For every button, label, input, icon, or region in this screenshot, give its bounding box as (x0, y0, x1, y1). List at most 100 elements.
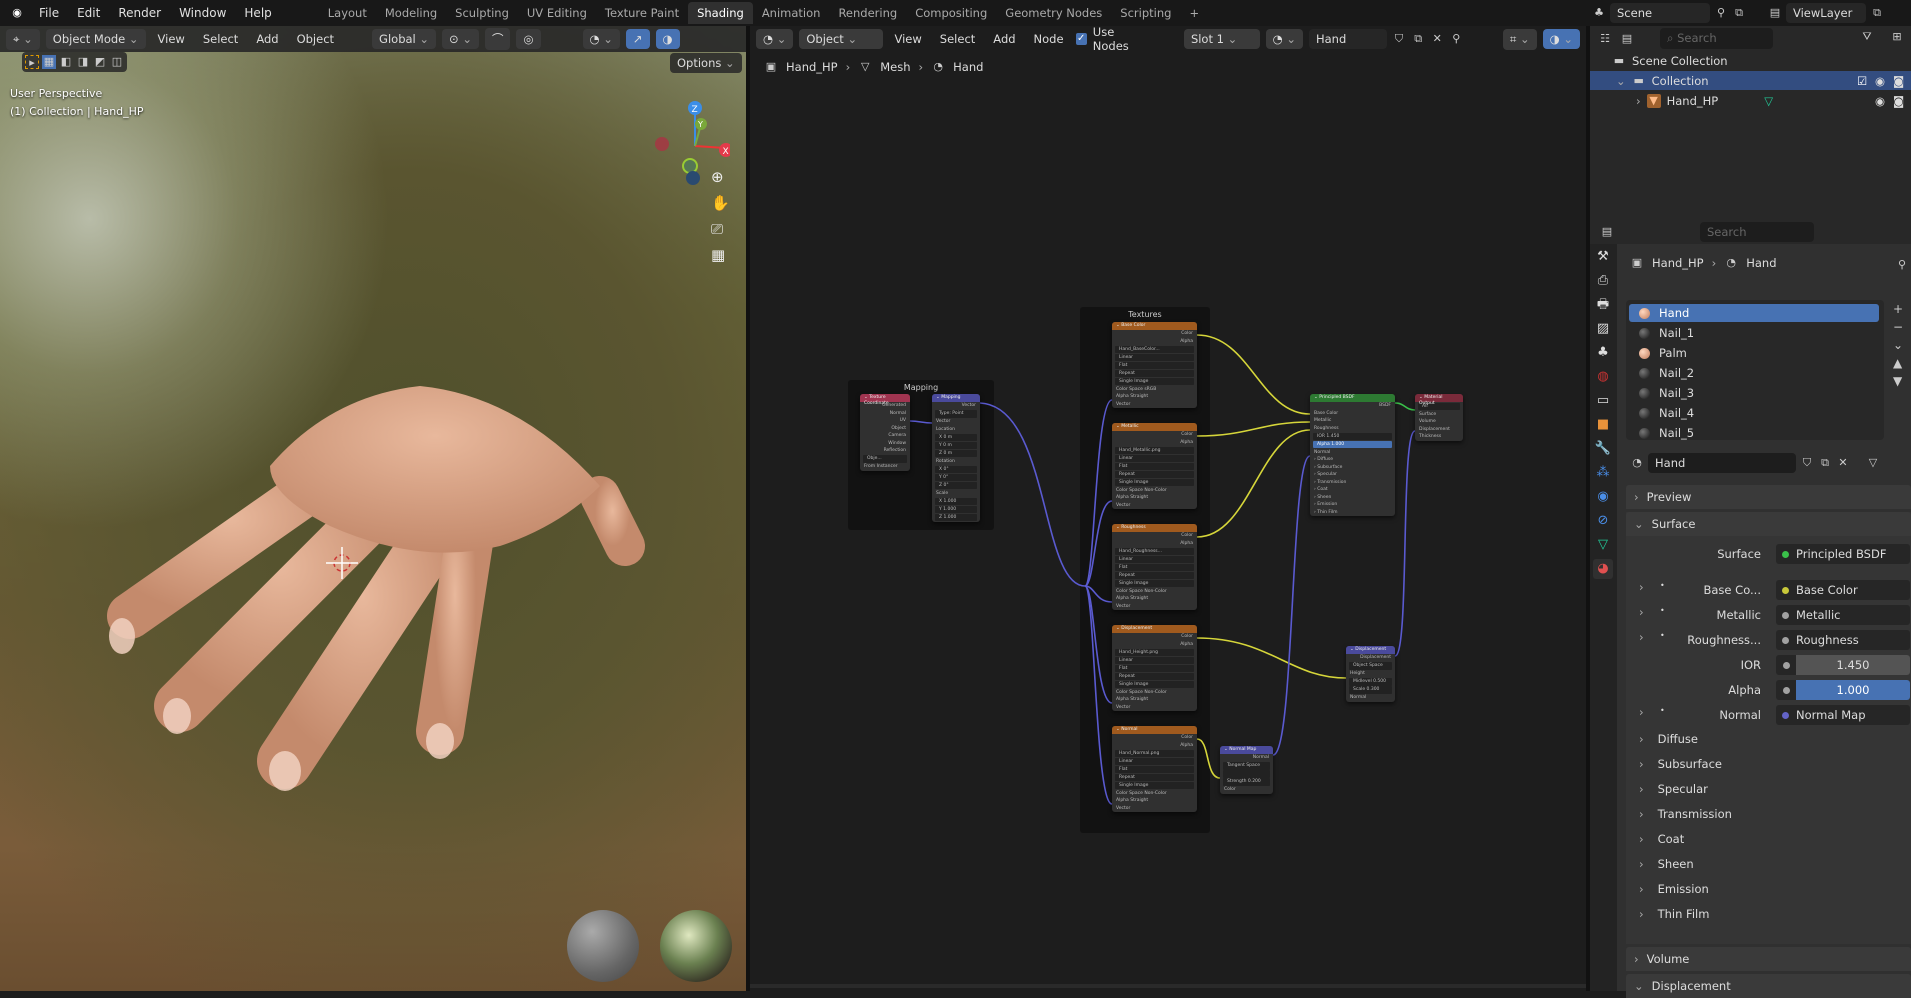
node-socket-f[interactable]: All (1418, 402, 1460, 410)
socket-icon[interactable] (1782, 662, 1790, 669)
gizmo-toggle-icon[interactable]: ↗ (625, 29, 650, 49)
node-socket-f[interactable]: X 1.000 (935, 497, 977, 505)
mode-dropdown[interactable]: Object Mode (45, 29, 146, 49)
scene-collection-label[interactable]: Scene Collection (1632, 54, 1728, 68)
tab-geometry-nodes[interactable]: Geometry Nodes (996, 2, 1111, 24)
view-layer-field[interactable]: ViewLayer (1786, 3, 1866, 23)
node-socket-f[interactable]: Obje... (863, 455, 907, 463)
node-normalmap[interactable]: ⌄ Normal Map Normal Tangent Space Strength … (1220, 746, 1273, 794)
node-socket-f[interactable]: Repeat (1115, 571, 1194, 579)
node-socket-f[interactable]: Single Image (1115, 478, 1194, 486)
viewport-menu-view[interactable]: View (152, 29, 191, 49)
tab-uv-editing[interactable]: UV Editing (518, 2, 596, 24)
input-link-field[interactable]: Roughness (1776, 630, 1910, 650)
pivot-icon[interactable]: ⊙ (442, 29, 479, 49)
node-socket-f[interactable]: Linear (1115, 454, 1194, 462)
surface-panel[interactable]: ⌄ Surface (1626, 512, 1911, 536)
normal-link-field[interactable]: Normal Map (1776, 705, 1910, 725)
node-socket-f[interactable]: Flat (1115, 462, 1194, 470)
visibility-eye-icon[interactable]: ◉ (1875, 74, 1885, 88)
node-socket-f[interactable]: Z 1.000 (935, 513, 977, 521)
node-title[interactable]: ⌄ Texture Coordinate (860, 394, 910, 406)
view-layer-filter-icon[interactable]: ▤ (1620, 32, 1634, 46)
tab-texture-paint[interactable]: Texture Paint (596, 2, 688, 24)
viewport-menu-add[interactable]: Add (250, 29, 284, 49)
node-socket-f[interactable]: Single Image (1115, 377, 1194, 385)
subpanel-emission[interactable]: › Emission (1639, 882, 1709, 896)
alpha-slider[interactable]: 1.000 (1776, 680, 1910, 700)
outliner-row-hand-hp[interactable]: › ▼ Hand_HP ▽ ◉ ◙ (1590, 91, 1911, 110)
visibility-icon[interactable]: ◔ (582, 29, 620, 49)
node-dispnode[interactable]: ⌄ Displacement Displacement Object Space He… (1346, 646, 1395, 702)
node-socket-f[interactable]: Single Image (1115, 781, 1194, 789)
node-socket-f[interactable]: Z 0° (935, 481, 977, 489)
menu-window[interactable]: Window (170, 6, 235, 20)
menu-edit[interactable]: Edit (68, 6, 109, 20)
node-socket-f[interactable]: Flat (1115, 361, 1194, 369)
collection-tab-icon[interactable]: ▭ (1593, 391, 1613, 411)
node-socket-f[interactable]: Hand_Height.png (1115, 648, 1194, 656)
node-socket-f[interactable]: Flat (1115, 664, 1194, 672)
particles-tab-icon[interactable]: ⁂ (1593, 463, 1613, 483)
exclude-checkbox[interactable]: ☑ (1857, 74, 1867, 88)
pan-hand-icon[interactable]: ✋ (711, 194, 730, 212)
node-roughness[interactable]: ⌄ Roughness Color Alpha Hand_Roughness... Li… (1112, 524, 1197, 610)
link-dot-icon[interactable]: • (1660, 606, 1665, 615)
node-title[interactable]: ⌄ Material Output (1415, 394, 1463, 406)
expand-icon[interactable]: › (1639, 580, 1644, 594)
subpanel-specular[interactable]: › Specular (1639, 782, 1708, 796)
node-socket-f[interactable]: Strength 0.200 (1223, 778, 1270, 786)
node-title[interactable]: ⌄ Principled BSDF (1310, 394, 1395, 402)
node-socket-f[interactable]: Hand_Roughness... (1115, 547, 1194, 555)
menu-render[interactable]: Render (109, 6, 170, 20)
input-link-field[interactable]: Metallic (1776, 605, 1910, 625)
node-title[interactable]: ⌄ Displacement (1346, 646, 1395, 654)
subpanel-thin-film[interactable]: › Thin Film (1639, 907, 1709, 921)
preview-panel[interactable]: › Preview (1626, 485, 1911, 509)
node-socket-f[interactable]: Linear (1115, 555, 1194, 563)
view-layer-tab-icon[interactable]: ▨ (1593, 319, 1613, 339)
select-invert-icon[interactable]: ◩ (93, 55, 107, 69)
horizontal-scrollbar[interactable] (750, 984, 1586, 988)
expand-icon[interactable]: › (1639, 630, 1644, 644)
node-texcoord[interactable]: ⌄ Texture Coordinate Generated Normal UV Obj… (860, 394, 910, 471)
node-socket-f[interactable]: Type: Point (935, 410, 977, 418)
node-socket-f[interactable]: Repeat (1115, 672, 1194, 680)
tab-compositing[interactable]: Compositing (906, 2, 996, 24)
node-socket-f[interactable]: Repeat (1115, 773, 1194, 781)
node-socket-f[interactable]: Linear (1115, 353, 1194, 361)
node-socket-f[interactable]: Midlevel 0.500 (1349, 678, 1392, 686)
select-intersect-icon[interactable]: ◫ (110, 55, 124, 69)
expand-icon[interactable]: › (1639, 705, 1644, 719)
ortho-grid-icon[interactable]: ▦ (711, 246, 730, 264)
node-title[interactable]: ⌄ Normal Map (1220, 746, 1273, 754)
socket-icon[interactable] (1782, 636, 1789, 644)
node-title[interactable]: ⌄ Metallic (1112, 423, 1197, 431)
tab-sculpting[interactable]: Sculpting (446, 2, 518, 24)
node-basecolor[interactable]: ⌄ Base Color Color Alpha Hand_BaseColor... L… (1112, 322, 1197, 408)
overlay-toggle-icon[interactable]: ◑ (655, 29, 680, 49)
node-socket-f[interactable]: Single Image (1115, 579, 1194, 587)
proportional-edit-icon[interactable]: ◎ (516, 29, 541, 49)
node-title[interactable]: ⌄ Displacement (1112, 625, 1197, 633)
node-socket-f[interactable]: Linear (1115, 656, 1194, 664)
node-socket-f[interactable]: Flat (1115, 765, 1194, 773)
menu-help[interactable]: Help (235, 6, 280, 20)
view-layer-icon[interactable]: ▤ (1768, 6, 1782, 20)
add-workspace-button[interactable]: + (1180, 2, 1208, 24)
world-tab-icon[interactable]: ◍ (1593, 367, 1613, 387)
node-socket-f[interactable]: Scale 0.300 (1349, 686, 1392, 694)
node-socket-f[interactable]: Tangent Space (1223, 762, 1270, 770)
socket-icon[interactable] (1782, 550, 1789, 558)
surface-shader-field[interactable]: Principled BSDF (1776, 544, 1910, 564)
ior-field[interactable]: 1.450 (1776, 655, 1910, 675)
node-title[interactable]: ⌄ Roughness (1112, 524, 1197, 532)
viewport-menu-object[interactable]: Object (291, 29, 340, 49)
node-socket-f[interactable]: Repeat (1115, 369, 1194, 377)
menu-file[interactable]: File (30, 6, 68, 20)
filter-icon[interactable]: ⛛ (1860, 30, 1874, 44)
expand-icon[interactable]: › (1639, 605, 1644, 619)
displacement-panel[interactable]: ⌄ Displacement (1626, 974, 1911, 998)
editor-type-button[interactable]: ⌖ (6, 28, 40, 50)
subpanel-subsurface[interactable]: › Subsurface (1639, 757, 1722, 771)
